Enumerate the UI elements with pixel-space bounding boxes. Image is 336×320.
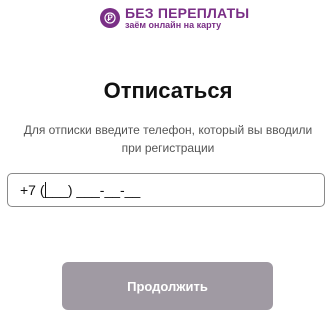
logo-text: БЕЗ ПЕРЕПЛАТЫ заём онлайн на карту — [125, 6, 249, 30]
logo-title: БЕЗ ПЕРЕПЛАТЫ — [125, 5, 250, 21]
phone-mask: ___) ___-__-__ — [44, 182, 141, 198]
phone-input[interactable]: +7 (___) ___-__-__ — [7, 173, 325, 207]
phone-prefix: +7 ( — [20, 182, 45, 198]
ruble-coin-icon — [100, 8, 120, 28]
brand-logo[interactable]: БЕЗ ПЕРЕПЛАТЫ заём онлайн на карту — [100, 6, 249, 30]
logo-subtitle: заём онлайн на карту — [125, 20, 222, 30]
page-title: Отписаться — [103, 78, 233, 103]
page-description: Для отписки введите телефон, который вы … — [23, 123, 313, 155]
unsubscribe-page: БЕЗ ПЕРЕПЛАТЫ заём онлайн на карту Отпис… — [0, 0, 336, 320]
continue-button[interactable]: Продолжить — [62, 262, 273, 310]
